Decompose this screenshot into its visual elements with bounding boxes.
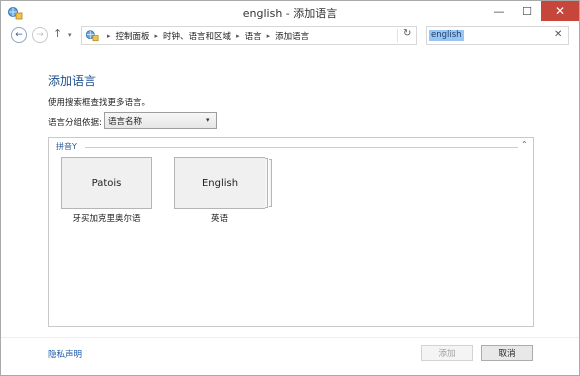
title-bar: english - 添加语言 — ☐ ✕ [1, 1, 579, 25]
breadcrumb-separator-icon[interactable]: ▸ [107, 32, 111, 40]
group-by-value: 语言名称 [108, 117, 143, 127]
refresh-icon[interactable]: ↻ [403, 28, 411, 39]
breadcrumb-separator-icon[interactable]: ▸ [236, 32, 240, 40]
address-bar[interactable]: ▸ 控制面板 ▸ 时钟、语言和区域 ▸ 语言 ▸ 添加语言 ↻ [81, 26, 417, 45]
control-panel-icon [85, 30, 99, 42]
close-button[interactable]: ✕ [541, 1, 579, 21]
address-divider [397, 29, 398, 42]
privacy-statement-link[interactable]: 隐私声明 [48, 348, 82, 360]
variant-stack-edge [269, 159, 272, 207]
search-box[interactable]: english ✕ [426, 26, 569, 45]
breadcrumb-clock-language-region[interactable]: 时钟、语言和区域 [163, 30, 231, 42]
chevron-down-icon: ▾ [206, 116, 210, 124]
group-by-select[interactable]: 语言名称 ▾ [104, 112, 217, 129]
group-divider [85, 147, 518, 148]
forward-button[interactable]: → [32, 27, 48, 43]
group-by-label: 语言分组依据: [48, 118, 102, 128]
breadcrumb-add-language[interactable]: 添加语言 [275, 30, 309, 42]
clear-search-icon[interactable]: ✕ [554, 29, 562, 40]
footer-divider [1, 337, 579, 338]
maximize-button[interactable]: ☐ [513, 1, 541, 21]
add-language-window: english - 添加语言 — ☐ ✕ ← → ▾ ↑ ▸ 控制面板 ▸ 时钟… [0, 0, 580, 376]
page-title: 添加语言 [48, 74, 97, 88]
breadcrumb-language[interactable]: 语言 [245, 30, 262, 42]
breadcrumb-separator-icon[interactable]: ▸ [267, 32, 271, 40]
up-button[interactable]: ↑ [53, 27, 62, 40]
minimize-button[interactable]: — [485, 1, 513, 21]
language-tile-patois[interactable]: Patois [61, 157, 152, 209]
recent-locations-icon[interactable]: ▾ [68, 31, 72, 39]
language-label-patois: 牙买加克里奥尔语 [72, 214, 141, 224]
language-label-english: 英语 [210, 214, 228, 224]
breadcrumb: ▸ 控制面板 ▸ 时钟、语言和区域 ▸ 语言 ▸ 添加语言 [102, 30, 309, 42]
breadcrumb-control-panel[interactable]: 控制面板 [116, 30, 150, 42]
language-tile-english[interactable]: English [174, 157, 265, 209]
add-button[interactable]: 添加 [421, 345, 473, 361]
variant-stack-edge [265, 158, 268, 208]
navigation-bar: ← → ▾ ↑ ▸ 控制面板 ▸ 时钟、语言和区域 ▸ 语言 ▸ 添加语言 ↻ [1, 25, 579, 47]
group-header[interactable]: 拼音Y [56, 141, 77, 152]
language-list: 拼音Y ⌃ Patois 牙买加克里奥尔语 English 英语 [48, 137, 534, 327]
cancel-button[interactable]: 取消 [481, 345, 533, 361]
instruction-text: 使用搜索框查找更多语言。 [48, 98, 151, 108]
back-button[interactable]: ← [11, 27, 27, 43]
collapse-group-icon[interactable]: ⌃ [521, 140, 528, 149]
breadcrumb-separator-icon[interactable]: ▸ [155, 32, 159, 40]
search-input[interactable]: english [429, 30, 464, 41]
